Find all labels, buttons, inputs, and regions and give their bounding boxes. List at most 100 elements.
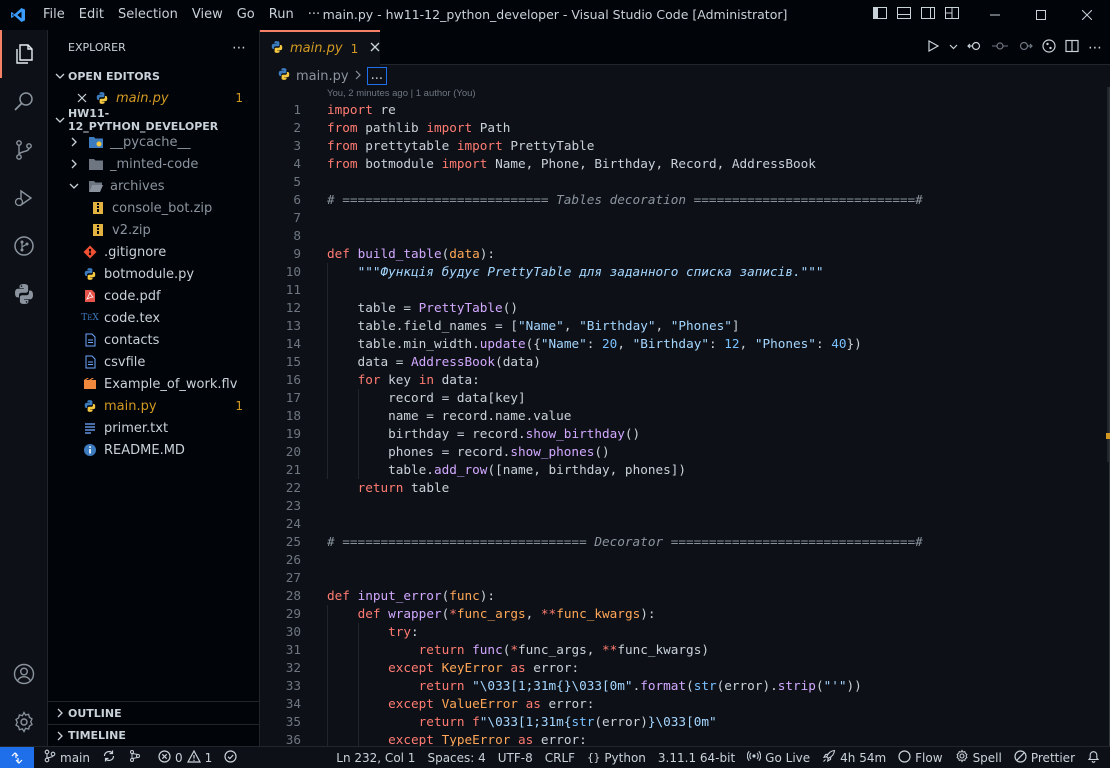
notifications-button[interactable] (1081, 747, 1110, 768)
tree-item-pycache[interactable]: __pycache__ (48, 131, 259, 153)
indentation-status[interactable]: Spaces: 4 (421, 747, 491, 768)
menu-more[interactable]: ··· (301, 0, 327, 30)
more-actions-icon[interactable]: ⋯ (232, 40, 247, 56)
python-extension-icon[interactable] (0, 270, 48, 318)
more-actions-icon[interactable]: ⋯ (1088, 40, 1102, 56)
breadcrumb-file[interactable]: main.py (296, 69, 349, 84)
cursor-position-label: Ln 232, Col 1 (336, 750, 416, 765)
tree-item-minted-code[interactable]: _minted-code (48, 153, 259, 175)
settings-gear-icon[interactable] (0, 698, 48, 746)
tree-item-console-bot-zip[interactable]: console_bot.zip (48, 197, 259, 219)
tab-problem-count: 1 (350, 41, 359, 56)
git-compare-icon[interactable] (1042, 38, 1056, 57)
layout-controls (872, 0, 960, 30)
problem-count-badge: 1 (235, 91, 243, 105)
tree-item-contacts[interactable]: contacts (48, 329, 259, 351)
tree-item-label: code.tex (104, 310, 161, 326)
tree-item-primer-txt[interactable]: primer.txt (48, 417, 259, 439)
split-editor-icon[interactable] (1065, 39, 1079, 57)
explorer-icon[interactable] (0, 30, 48, 78)
toggle-sidebar-icon[interactable] (872, 5, 888, 25)
toggle-panel-icon[interactable] (896, 5, 912, 25)
source-control-icon[interactable] (0, 126, 48, 174)
breadcrumb-more[interactable]: ... (366, 67, 387, 85)
python-interpreter[interactable]: 3.11.1 64-bit (652, 747, 741, 768)
git-graph-icon[interactable] (0, 222, 48, 270)
python-icon (270, 40, 284, 58)
outline-section[interactable]: OUTLINE (48, 702, 259, 724)
python-folder-icon (88, 134, 104, 150)
customize-layout-icon[interactable] (944, 5, 960, 25)
search-icon[interactable] (0, 78, 48, 126)
git-graph-status[interactable] (122, 747, 148, 768)
open-editors-section[interactable]: OPEN EDITORS (48, 65, 259, 87)
tree-item-example-flv[interactable]: Example_of_work.flv (48, 373, 259, 395)
chevron-down-icon[interactable] (949, 40, 958, 55)
branch-status[interactable]: main (38, 747, 96, 768)
sync-button[interactable] (96, 747, 122, 768)
menu-view[interactable]: View (185, 0, 230, 30)
tree-item-label: contacts (104, 332, 160, 348)
menu-go[interactable]: Go (230, 0, 262, 30)
tree-item-label: __pycache__ (110, 134, 191, 150)
menu-selection[interactable]: Selection (111, 0, 185, 30)
code-editor[interactable]: You, 2 minutes ago | 1 author (You) 1 imp… (260, 87, 1110, 746)
open-editors-label: OPEN EDITORS (68, 69, 160, 83)
tree-item-archives[interactable]: archives (48, 175, 259, 197)
problems-status[interactable]: 0 1 (152, 747, 218, 768)
accounts-icon[interactable] (0, 650, 48, 698)
project-section[interactable]: HW11-12_PYTHON_DEVELOPER (48, 107, 259, 133)
eol-status[interactable]: CRLF (539, 747, 581, 768)
editor-tabs: main.py 1 ⋯ (260, 30, 1110, 65)
tree-item-label: Example_of_work.flv (104, 376, 238, 392)
flow-label: Flow (915, 750, 943, 765)
minimize-button[interactable] (972, 0, 1018, 30)
tree-item-csvfile[interactable]: csvfile (48, 351, 259, 373)
tree-item-code-pdf[interactable]: code.pdf (48, 285, 259, 307)
next-change-icon[interactable] (1017, 39, 1033, 57)
tree-item-label: _minted-code (110, 156, 199, 172)
tree-item-label: README.MD (104, 442, 185, 458)
indentation-label: Spaces: 4 (427, 750, 486, 765)
open-editor-item[interactable]: main.py 1 (48, 87, 259, 109)
go-live-button[interactable]: Go Live (741, 747, 816, 768)
language-mode[interactable]: {} Python (581, 747, 652, 768)
run-debug-icon[interactable] (0, 174, 48, 222)
close-icon[interactable] (74, 90, 90, 106)
run-file-icon[interactable] (926, 39, 940, 57)
python-icon (94, 90, 110, 106)
close-tab-icon[interactable] (370, 41, 380, 56)
encoding-status[interactable]: UTF-8 (492, 747, 539, 768)
tree-item-main-py[interactable]: main.py 1 (48, 395, 259, 417)
prettier-label: Prettier (1030, 750, 1075, 765)
maximize-button[interactable] (1018, 0, 1064, 30)
overview-ruler-warning (1106, 433, 1110, 439)
previous-change-icon[interactable] (992, 39, 1008, 57)
chevron-right-icon (52, 708, 68, 718)
open-changes-icon[interactable] (967, 39, 983, 57)
tree-item-botmodule-py[interactable]: botmodule.py (48, 263, 259, 285)
timeline-label: TIMELINE (68, 729, 126, 742)
timeline-section[interactable]: TIMELINE (48, 724, 259, 746)
tree-item-gitignore[interactable]: .gitignore (48, 241, 259, 263)
prohibited-icon (1014, 749, 1027, 766)
git-blame-annotation[interactable]: You, 2 minutes ago | 1 author (You) (327, 87, 476, 101)
time-tracker[interactable]: 4h 54m (816, 747, 892, 768)
folder-open-icon (88, 178, 104, 194)
flow-status[interactable]: Flow (892, 747, 948, 768)
menu-edit[interactable]: Edit (72, 0, 111, 30)
tree-item-code-tex[interactable]: TEX code.tex (48, 307, 259, 329)
check-status[interactable] (218, 747, 243, 768)
menu-file[interactable]: File (36, 0, 72, 30)
spell-status[interactable]: Spell (949, 747, 1008, 768)
tree-item-v2-zip[interactable]: v2.zip (48, 219, 259, 241)
prettier-status[interactable]: Prettier (1008, 747, 1081, 768)
toggle-secondary-sidebar-icon[interactable] (920, 5, 936, 25)
menu-run[interactable]: Run (262, 0, 301, 30)
cursor-position[interactable]: Ln 232, Col 1 (330, 747, 421, 768)
tab-main-py[interactable]: main.py 1 (260, 30, 380, 65)
remote-indicator-icon[interactable] (0, 746, 34, 768)
activity-bar (0, 30, 48, 746)
close-window-button[interactable] (1064, 0, 1110, 30)
tree-item-readme[interactable]: README.MD (48, 439, 259, 461)
